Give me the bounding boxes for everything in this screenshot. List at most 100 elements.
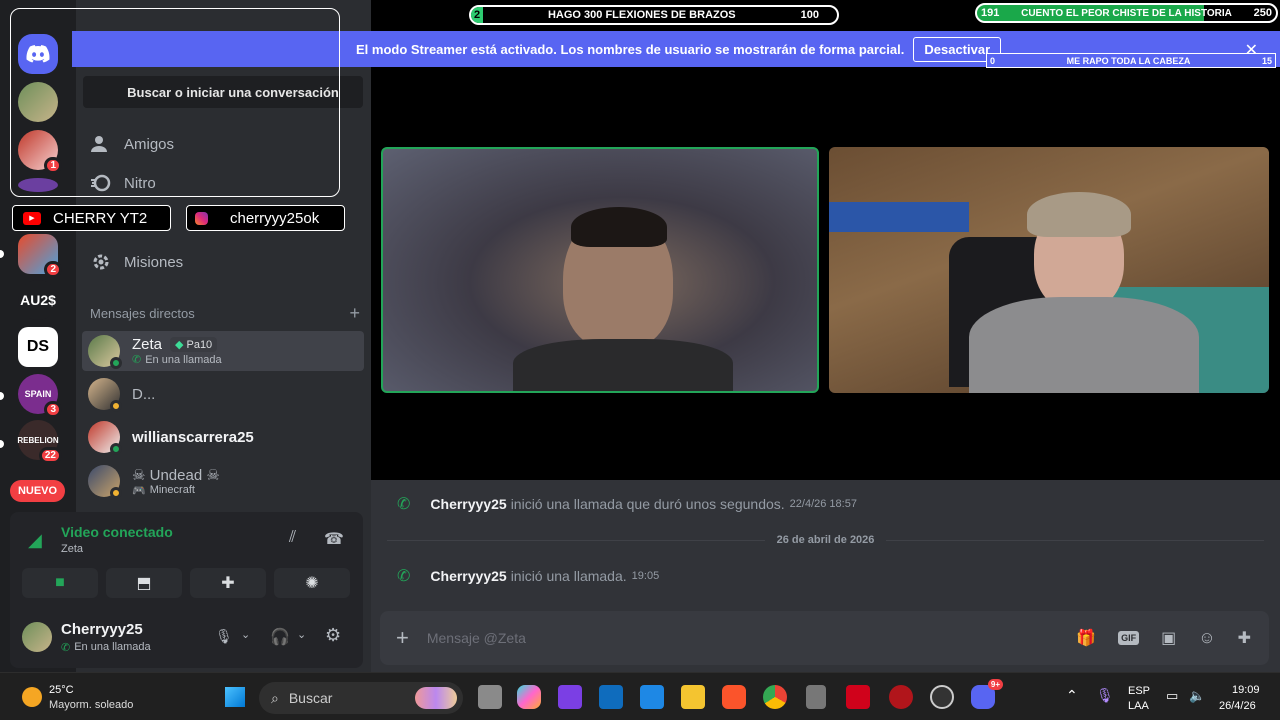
chrome-icon[interactable] [763,685,787,709]
chevron-up-icon[interactable]: ⌃ [1066,687,1078,704]
discord-taskbar-icon[interactable]: 9+ [971,679,1003,709]
goal-bar-right: 191 CUENTO EL PEOR CHISTE DE LA HISTORIA… [975,3,1278,23]
goal-label: CUENTO EL PEOR CHISTE DE LA HISTORIA [1021,7,1232,19]
banner-message: El modo Streamer está activado. Los nomb… [356,41,905,57]
dm-name: D... [132,385,156,403]
message-input[interactable]: Mensaje @Zeta [427,630,1076,646]
goal-target: 250 [1253,7,1272,19]
dm-item[interactable]: D... [82,374,364,414]
dm-status: En una llamada [145,353,222,366]
activities-button[interactable]: ✚ [190,568,266,598]
avatar [88,378,122,412]
message-timestamp: 22/4/26 18:57 [789,498,857,510]
video-tile-self[interactable] [829,147,1269,393]
dm-header-label: Mensajes directos [90,306,195,321]
camera-button[interactable]: ■ [22,568,98,598]
app-red-icon[interactable] [889,685,913,709]
chat-area: ✆ Cherryyy25 inició una llamada que duró… [371,480,1280,672]
server-mario[interactable]: 2 [18,234,62,278]
clipchamp-icon[interactable] [558,685,582,709]
lang-line2[interactable]: LAA [1128,700,1149,712]
gif-icon[interactable]: GIF [1118,631,1140,645]
volume-icon[interactable]: 🔈 [1189,688,1205,704]
file-explorer-icon[interactable] [681,685,705,709]
server-spain[interactable]: SPAIN 3 [18,374,62,418]
search-highlight-icon [415,687,457,709]
mic-tray-icon[interactable]: 🎙 [1096,687,1114,704]
server-au2[interactable]: AU2$ [18,280,58,320]
amd-icon[interactable] [846,685,870,709]
message-author[interactable]: Cherryyy25 [430,496,506,512]
dm-item[interactable]: willianscarrera25 [82,417,364,457]
avatar[interactable] [22,622,52,652]
clock-time[interactable]: 19:09 [1232,684,1260,696]
shelf [829,202,969,232]
unread-pill [0,250,4,258]
store-icon[interactable] [640,685,664,709]
person-shirt [969,297,1199,393]
server-ds[interactable]: DS [18,327,58,367]
weather-desc[interactable]: Mayorm. soleado [49,699,133,711]
emoji-icon[interactable]: ☺ [1198,628,1215,648]
brave-icon[interactable] [722,685,746,709]
chevron-down-icon[interactable]: ⌄ [297,628,306,641]
server-badge: 2 [44,261,62,278]
date-divider: 26 de abril de 2026 [371,534,1280,546]
gear-icon[interactable]: ⚙ [325,625,341,646]
phone-icon: ✆ [61,642,71,654]
message-author[interactable]: Cherryyy25 [430,568,506,584]
taskbar-search[interactable]: ⌕ Buscar [259,682,463,714]
message-text: inició una llamada. [510,568,627,584]
message-text: inició una llamada que duró unos segundo… [510,496,785,512]
add-attachment-icon[interactable]: + [396,625,409,651]
obs-icon[interactable] [930,685,954,709]
dm-item[interactable]: ☠ Undead ☠ 🎮 Minecraft [82,461,364,501]
screen-share-icon: ⬒ [136,575,152,592]
server-label: DS [26,338,50,355]
signal-icon: ◢ [28,530,42,550]
add-dm-icon[interactable]: + [349,304,360,322]
network-icon[interactable]: ▭ [1166,688,1178,704]
gift-icon[interactable]: 🎁 [1076,628,1096,648]
unread-pill [0,440,4,448]
app-icon[interactable] [806,685,826,709]
task-view-icon[interactable] [478,685,502,709]
dm-name: Zeta [132,336,163,353]
screen-share-button[interactable]: ⬒ [106,568,182,598]
lang-line1[interactable]: ESP [1128,685,1150,697]
weather-icon [22,687,42,707]
noise-suppression-icon[interactable]: ⫽ [289,529,296,547]
windows-start-icon[interactable] [225,687,245,707]
outlook-icon[interactable] [599,685,623,709]
user-status: En una llamada [74,641,151,653]
user-panel: Cherryyy25 ✆ En una llamada 🎙 ⌄ 🎧 ⌄ ⚙ [10,606,363,668]
phone-icon: ✆ [397,568,411,585]
disconnect-icon[interactable]: ☎ [324,529,344,549]
weather-temp[interactable]: 25°C [49,684,74,696]
person-hair [571,207,667,247]
voice-connection-panel: ◢ Video conectado Zeta ⫽ ☎ ■ ⬒ ✚ ✺ [10,512,363,606]
youtube-overlay: ▶ CHERRY YT2 [12,205,171,231]
clock-date[interactable]: 26/4/26 [1219,700,1256,712]
video-tile-zeta[interactable] [381,147,819,393]
nuevo-badge[interactable]: NUEVO [10,480,65,502]
dm-name: willianscarrera25 [132,428,254,446]
apps-icon[interactable]: ✚ [1238,628,1251,648]
phone-icon: ✆ [132,354,142,366]
mic-icon[interactable]: 🎙 [215,628,233,645]
headphones-icon[interactable]: 🎧 [270,627,290,647]
copilot-icon[interactable] [517,685,541,709]
nav-item-quests[interactable]: Misiones [84,242,364,282]
sticker-icon[interactable]: ▣ [1161,628,1176,648]
dm-item-zeta[interactable]: Zeta ◆ Pa10 ✆ En una llamada [82,331,364,371]
soundboard-icon: ✺ [305,575,319,592]
server-rebelion[interactable]: REBELION 22 [17,420,62,464]
server-badge: 3 [44,401,62,418]
system-message: ✆ Cherryyy25 inició una llamada que duró… [397,494,857,514]
soundboard-button[interactable]: ✺ [274,568,350,598]
username[interactable]: Cherryyy25 [61,621,143,638]
search-icon: ⌕ [271,689,279,706]
voice-status: Video conectado [61,524,173,540]
goal-current: 191 [981,7,1000,19]
chevron-down-icon[interactable]: ⌄ [241,628,250,641]
